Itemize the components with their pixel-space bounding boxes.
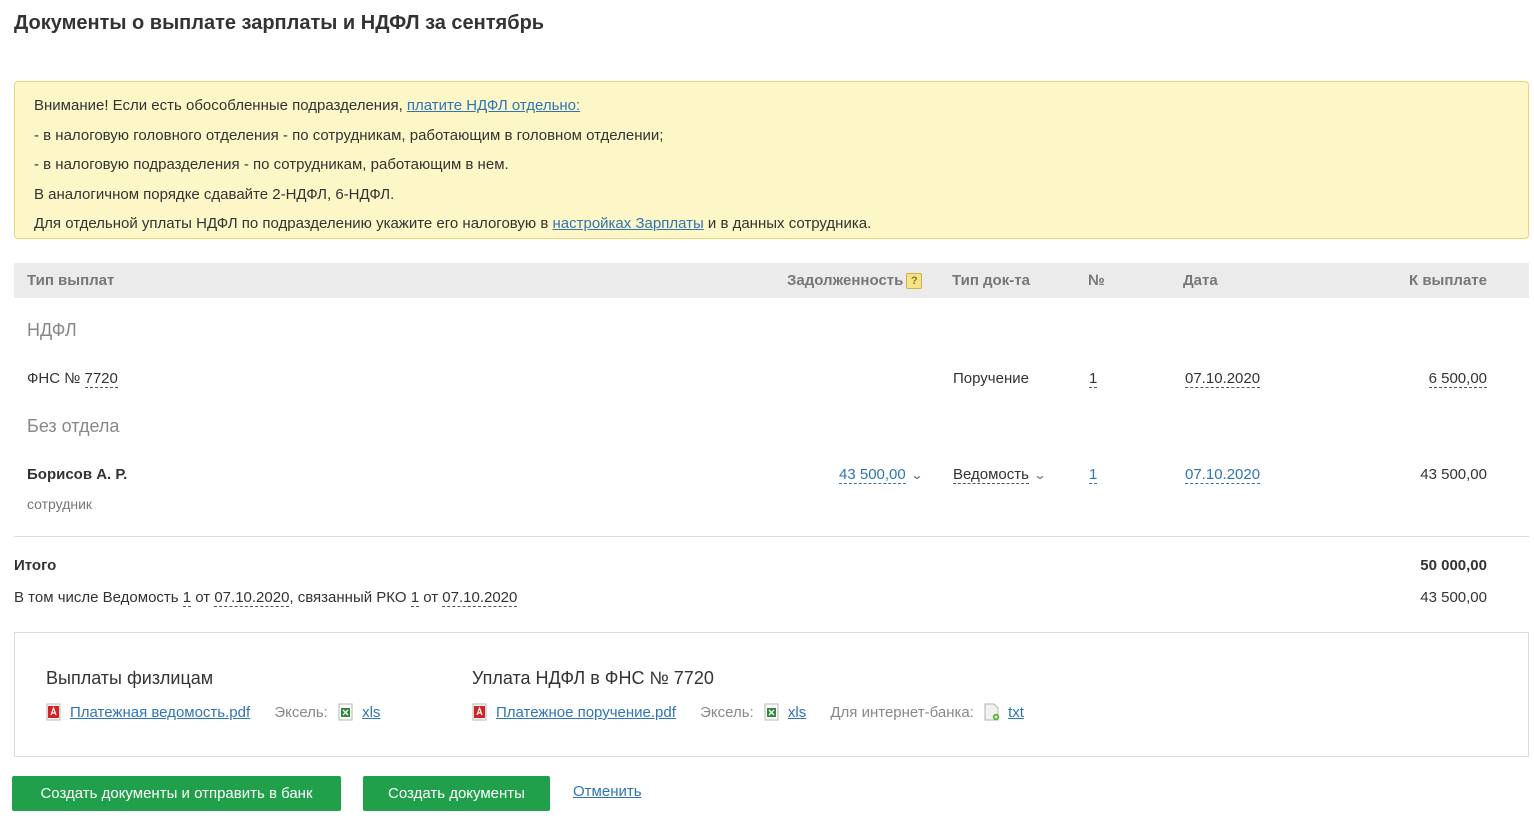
- payouts-xls-link[interactable]: xls: [362, 704, 380, 721]
- header-type: Тип выплат: [27, 272, 115, 289]
- totals-text: В том числе Ведомость: [14, 589, 183, 606]
- employee-name: Борисов А. Р.: [27, 466, 128, 483]
- excel-icon: [764, 703, 779, 721]
- fns-number-link[interactable]: 7720: [84, 370, 118, 388]
- payouts-files: Платежная ведомость.pdf Эксель: xls: [46, 703, 380, 721]
- totals-label: Итого: [14, 557, 57, 574]
- totals-text: от: [191, 589, 215, 606]
- fns-doc-date[interactable]: 07.10.2020: [1185, 370, 1261, 388]
- excel-icon: [338, 703, 353, 721]
- totals-detail: В том числе Ведомость 1 от 07.10.2020, с…: [14, 589, 518, 607]
- doc-type-dropdown[interactable]: Ведомость ⌄: [953, 466, 1047, 484]
- create-documents-button[interactable]: Создать документы: [363, 776, 550, 811]
- rko-date-link[interactable]: 07.10.2020: [442, 589, 518, 607]
- group-ndfl-label: НДФЛ: [27, 320, 77, 340]
- help-icon[interactable]: ?: [906, 273, 923, 289]
- statement-number-link[interactable]: 1: [182, 589, 192, 607]
- totals-amount: 50 000,00: [1420, 557, 1487, 574]
- notice-text: Внимание! Если есть обособленные подразд…: [34, 97, 407, 114]
- chevron-down-icon[interactable]: ⌄: [910, 468, 923, 482]
- totals-text: от: [419, 589, 443, 606]
- txt-file-icon: [984, 703, 1000, 721]
- chevron-down-icon[interactable]: ⌄: [1033, 468, 1046, 482]
- fns-row-name: ФНС № 7720: [27, 370, 118, 388]
- excel-label: Эксель:: [274, 704, 328, 721]
- warning-notice: Внимание! Если есть обособленные подразд…: [14, 81, 1529, 239]
- pdf-icon: [46, 703, 61, 721]
- notice-line-4: В аналогичном порядке сдавайте 2-НДФЛ, 6…: [34, 185, 395, 203]
- excel-label: Эксель:: [700, 704, 754, 721]
- header-debt-label: Задолженность: [787, 272, 904, 289]
- employee-role: сотрудник: [27, 496, 93, 512]
- header-number: №: [1088, 272, 1105, 289]
- totals-text: , связанный РКО: [289, 589, 411, 606]
- internet-bank-label: Для интернет-банка:: [830, 704, 974, 721]
- notice-line-2: - в налоговую головного отделения - по с…: [34, 126, 664, 144]
- payment-order-pdf-link[interactable]: Платежное поручение.pdf: [496, 704, 676, 721]
- fns-doc-number[interactable]: 1: [1089, 370, 1098, 388]
- payouts-title: Выплаты физлицам: [46, 668, 214, 688]
- downloads-panel: Выплаты физлицам Платежная ведомость.pdf…: [14, 632, 1529, 757]
- employee-doc-date[interactable]: 07.10.2020: [1185, 466, 1261, 484]
- header-to-pay: К выплате: [1409, 272, 1487, 289]
- fns-doc-type: Поручение: [953, 370, 1029, 387]
- doc-type-value[interactable]: Ведомость: [953, 466, 1029, 484]
- ndfl-xls-link[interactable]: xls: [788, 704, 806, 721]
- statement-date-link[interactable]: 07.10.2020: [214, 589, 290, 607]
- fns-amount[interactable]: 6 500,00: [1428, 370, 1487, 388]
- notice-line-1: Внимание! Если есть обособленные подразд…: [34, 91, 1528, 121]
- totals-detail-amount: 43 500,00: [1420, 589, 1487, 606]
- employee-amount: 43 500,00: [1420, 466, 1487, 483]
- fns-prefix: ФНС №: [27, 370, 85, 387]
- employee-doc-number[interactable]: 1: [1089, 466, 1098, 484]
- salary-settings-link[interactable]: настройках Зарплаты: [552, 215, 703, 232]
- create-and-send-button[interactable]: Создать документы и отправить в банк: [12, 776, 341, 811]
- header-date: Дата: [1183, 272, 1218, 289]
- notice-line-3: - в налоговую подразделения - по сотрудн…: [34, 156, 509, 173]
- group-dept-label: Без отдела: [27, 416, 120, 436]
- header-debt: Задолженность?: [787, 272, 923, 289]
- notice-text: Для отдельной уплаты НДФЛ по подразделен…: [34, 215, 553, 232]
- divider: [14, 536, 1529, 537]
- header-doc-type: Тип док-та: [952, 272, 1030, 289]
- payment-statement-pdf-link[interactable]: Платежная ведомость.pdf: [70, 704, 250, 721]
- table-header: Тип выплат Задолженность? Тип док-та № Д…: [14, 263, 1529, 298]
- ndfl-payment-title: Уплата НДФЛ в ФНС № 7720: [472, 668, 714, 688]
- pdf-icon: [472, 703, 487, 721]
- cancel-link[interactable]: Отменить: [573, 783, 642, 800]
- ndfl-files: Платежное поручение.pdf Эксель: xls Для …: [472, 703, 1024, 721]
- page-title: Документы о выплате зарплаты и НДФЛ за с…: [14, 12, 545, 34]
- debt-amount[interactable]: 43 500,00: [839, 466, 906, 484]
- debt-dropdown[interactable]: 43 500,00 ⌄: [839, 466, 923, 484]
- txt-link[interactable]: txt: [1008, 704, 1024, 721]
- notice-text: и в данных сотрудника.: [703, 215, 872, 232]
- notice-line-5: Для отдельной уплаты НДФЛ по подразделен…: [34, 209, 1528, 239]
- pay-ndfl-separately-link[interactable]: платите НДФЛ отдельно:: [407, 97, 580, 114]
- rko-number-link[interactable]: 1: [410, 589, 420, 607]
